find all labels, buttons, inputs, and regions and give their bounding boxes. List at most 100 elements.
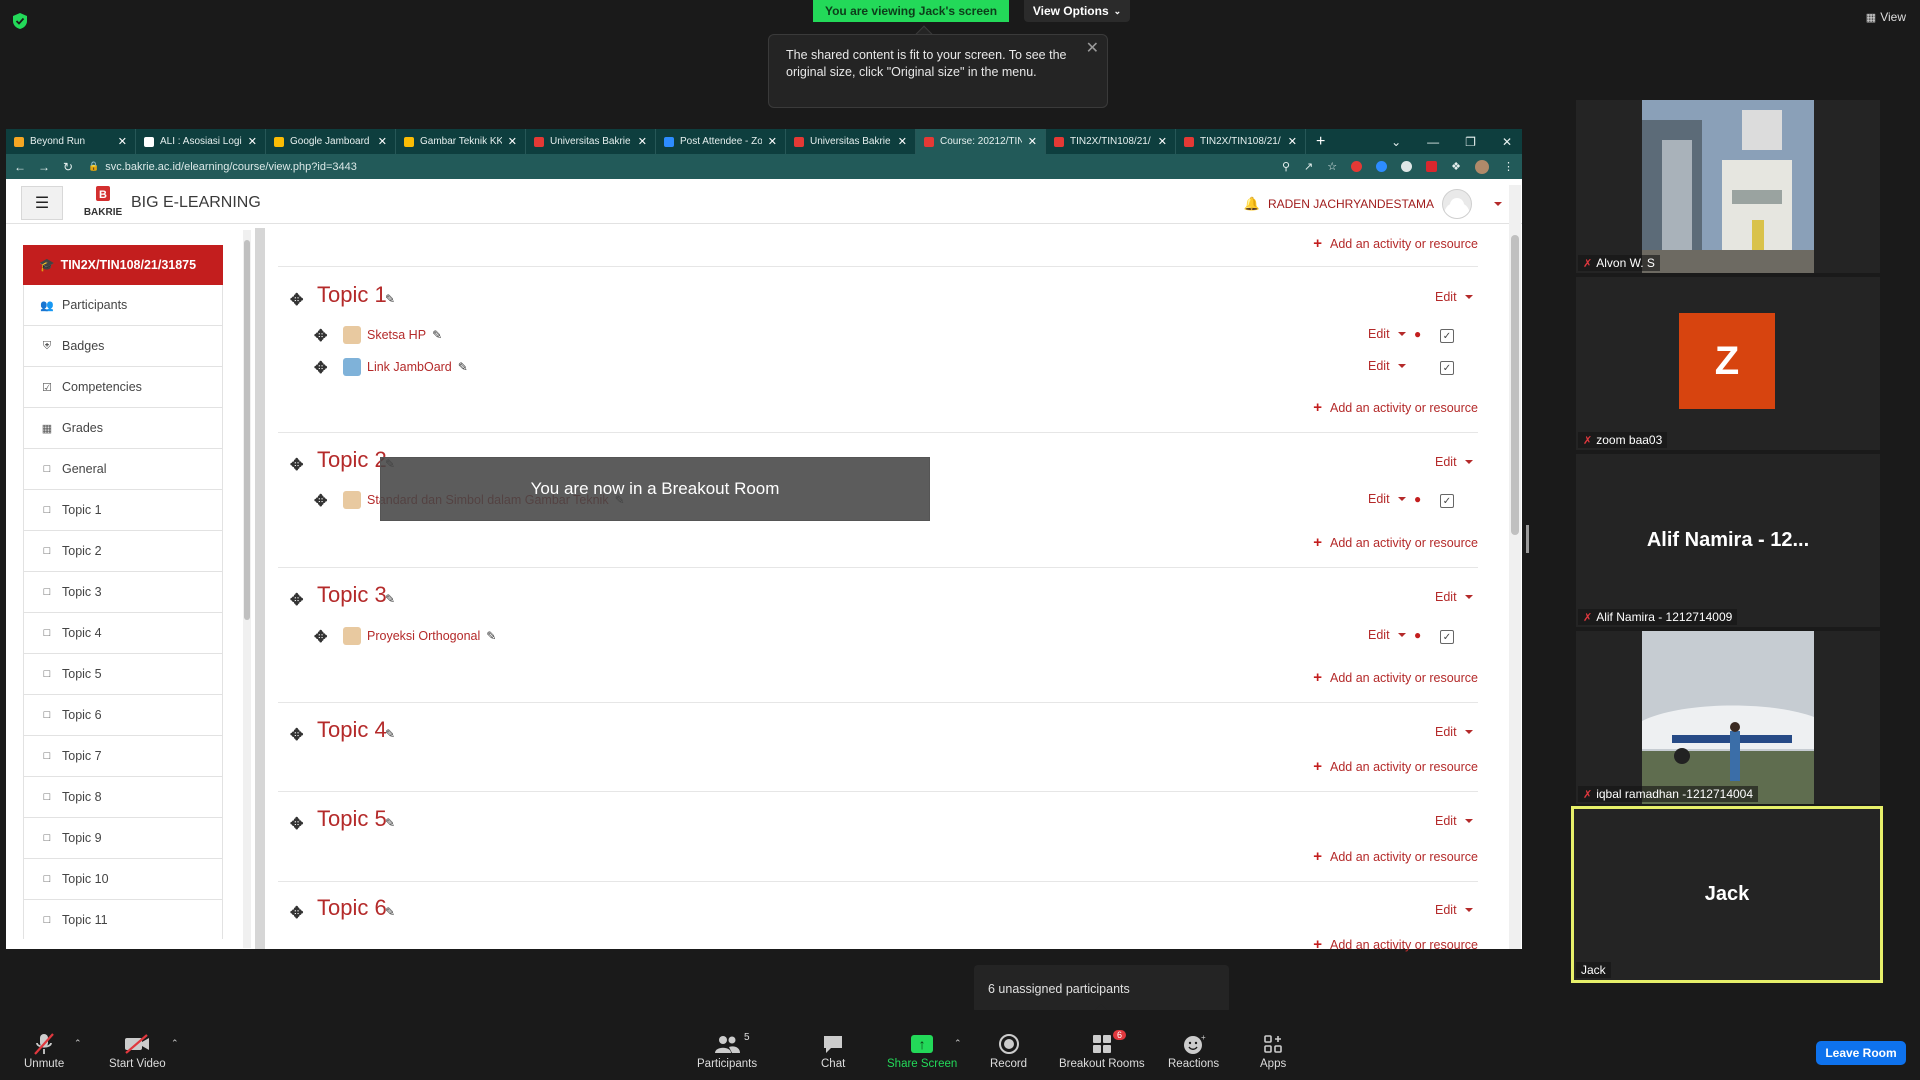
participant-tile[interactable]: ✗ iqbal ramadhan -1212714004 (1576, 631, 1880, 804)
activity-link[interactable]: Sketsa HP ✎ (343, 326, 442, 344)
reload-icon[interactable]: ↻ (58, 160, 78, 174)
add-activity-link[interactable]: + Add an activity or resource (1313, 399, 1478, 416)
user-name[interactable]: RADEN JACHRYANDESTAMA (1268, 197, 1434, 211)
browser-tab[interactable]: Google Jamboard ✕ (266, 129, 396, 154)
start-video-button[interactable]: Start Video (109, 1030, 166, 1070)
restore-icon[interactable]: ❐ (1465, 135, 1476, 149)
tab-close-icon[interactable]: ✕ (378, 135, 387, 148)
record-button[interactable]: Record (990, 1030, 1027, 1070)
sidebar-item[interactable]: ☑ Competencies (23, 367, 223, 408)
extension-blue-icon[interactable] (1376, 161, 1388, 172)
bookmark-star-icon[interactable]: ☆ (1327, 160, 1337, 173)
completion-checkbox-icon[interactable]: ✓ (1440, 329, 1454, 343)
sidebar-item[interactable]: □ Topic 11 (23, 900, 223, 939)
user-restricted-icon[interactable]: ● (1414, 327, 1421, 341)
sidebar-item[interactable]: □ Topic 4 (23, 613, 223, 654)
participant-tile[interactable]: Jack Jack (1571, 806, 1883, 983)
move-icon[interactable]: ✥ (314, 627, 327, 647)
section-edit-menu[interactable]: Edit (1435, 903, 1473, 917)
extension-red-icon[interactable] (1351, 161, 1363, 172)
user-avatar[interactable] (1442, 189, 1472, 219)
add-activity-link[interactable]: + Add an activity or resource (1313, 534, 1478, 551)
sidebar-item[interactable]: □ Topic 8 (23, 777, 223, 818)
sidebar-item[interactable]: □ Topic 7 (23, 736, 223, 777)
move-icon[interactable]: ✥ (314, 491, 327, 511)
user-menu-caret-icon[interactable] (1494, 202, 1502, 206)
share-screen-button[interactable]: ↑ Share Screen (887, 1030, 957, 1070)
browser-menu-icon[interactable]: ⋮ (1503, 160, 1514, 173)
user-menu[interactable]: 🔔 RADEN JACHRYANDESTAMA (1244, 189, 1502, 219)
move-icon[interactable]: ✥ (290, 903, 303, 923)
topic-title[interactable]: Topic 5 (317, 806, 387, 832)
section-edit-menu[interactable]: Edit (1435, 814, 1473, 828)
profile-avatar-icon[interactable] (1475, 159, 1489, 174)
browser-tab[interactable]: Post Attendee - Zo ✕ (656, 129, 786, 154)
topic-title[interactable]: Topic 3 (317, 582, 387, 608)
edit-pencil-icon[interactable]: ✎ (385, 816, 395, 830)
sidebar-scrollbar[interactable] (243, 230, 251, 948)
activity-link[interactable]: Proyeksi Orthogonal ✎ (343, 627, 496, 645)
tab-close-icon[interactable]: ✕ (1288, 135, 1297, 148)
completion-checkbox-icon[interactable]: ✓ (1440, 494, 1454, 508)
sidebar-item[interactable]: □ Topic 2 (23, 531, 223, 572)
tab-close-icon[interactable]: ✕ (768, 135, 777, 148)
zoom-icon[interactable]: ⚲ (1282, 160, 1290, 173)
move-icon[interactable]: ✥ (290, 455, 303, 475)
move-icon[interactable]: ✥ (314, 326, 327, 346)
breakout-rooms-button[interactable]: Breakout Rooms 6 (1059, 1030, 1145, 1070)
sidebar-item[interactable]: ▦ Grades (23, 408, 223, 449)
activity-edit-menu[interactable]: Edit (1368, 492, 1406, 506)
move-icon[interactable]: ✥ (290, 590, 303, 610)
browser-tab[interactable]: Course: 20212/TIN ✕ (916, 129, 1046, 154)
browser-tab[interactable]: Universitas Bakrie ✕ (786, 129, 916, 154)
edit-pencil-icon[interactable]: ✎ (385, 292, 395, 306)
site-name[interactable]: BIG E-LEARNING (131, 194, 261, 212)
participants-button[interactable]: Participants 5 (697, 1030, 757, 1070)
participant-tile[interactable]: Alif Namira - 12... ✗ Alif Namira - 121271… (1576, 454, 1880, 627)
section-edit-menu[interactable]: Edit (1435, 455, 1473, 469)
sidebar-item[interactable]: 👥 Participants (23, 285, 223, 326)
reactions-button[interactable]: + Reactions (1168, 1030, 1219, 1070)
edit-pencil-icon[interactable]: ✎ (458, 360, 468, 374)
sidebar-item[interactable]: □ Topic 1 (23, 490, 223, 531)
user-restricted-icon[interactable]: ● (1414, 492, 1421, 506)
section-edit-menu[interactable]: Edit (1435, 290, 1473, 304)
add-activity-link[interactable]: + Add an activity or resource (1313, 758, 1478, 775)
sidebar-item[interactable]: □ Topic 6 (23, 695, 223, 736)
browser-tab[interactable]: TIN2X/TIN108/21/ ✕ (1046, 129, 1176, 154)
share-options-caret-icon[interactable]: ⌃ (954, 1038, 962, 1049)
new-tab-icon[interactable]: + (1316, 133, 1325, 151)
browser-tab[interactable]: TIN2X/TIN108/21/ ✕ (1176, 129, 1306, 154)
edit-pencil-icon[interactable]: ✎ (385, 727, 395, 741)
browser-tab[interactable]: Gambar Teknik KK ✕ (396, 129, 526, 154)
add-activity-link[interactable]: + Add an activity or resource (1313, 235, 1478, 252)
panel-resize-handle[interactable] (1526, 525, 1529, 553)
minimize-icon[interactable]: — (1427, 135, 1439, 149)
participant-tile[interactable]: Z ✗ zoom baa03 (1576, 277, 1880, 450)
topic-title[interactable]: Topic 1 (317, 282, 387, 308)
sidebar-item[interactable]: □ General (23, 449, 223, 490)
extension-mega-icon[interactable] (1426, 161, 1438, 172)
tab-close-icon[interactable]: ✕ (118, 135, 127, 148)
view-options-button[interactable]: View Options ⌄ (1024, 0, 1130, 22)
edit-pencil-icon[interactable]: ✎ (385, 905, 395, 919)
hamburger-menu-icon[interactable]: ☰ (21, 186, 63, 220)
tab-close-icon[interactable]: ✕ (1028, 135, 1037, 148)
tab-close-icon[interactable]: ✕ (1158, 135, 1167, 148)
sidebar-item[interactable]: □ Topic 10 (23, 859, 223, 900)
move-icon[interactable]: ✥ (290, 814, 303, 834)
extension-cloud-icon[interactable] (1401, 161, 1413, 172)
activity-edit-menu[interactable]: Edit (1368, 628, 1406, 642)
browser-tab[interactable]: Universitas Bakrie ✕ (526, 129, 656, 154)
activity-link[interactable]: Link JambOard ✎ (343, 358, 468, 376)
forward-icon[interactable]: → (34, 160, 54, 174)
video-options-caret-icon[interactable]: ⌃ (171, 1038, 179, 1049)
add-activity-link[interactable]: + Add an activity or resource (1313, 936, 1478, 953)
tab-close-icon[interactable]: ✕ (508, 135, 517, 148)
share-icon[interactable]: ↗ (1304, 160, 1313, 173)
activity-edit-menu[interactable]: Edit (1368, 359, 1406, 373)
activity-edit-menu[interactable]: Edit (1368, 327, 1406, 341)
security-shield-icon[interactable] (12, 12, 28, 30)
move-icon[interactable]: ✥ (314, 358, 327, 378)
browser-tab[interactable]: ALI : Asosiasi Logis ✕ (136, 129, 266, 154)
